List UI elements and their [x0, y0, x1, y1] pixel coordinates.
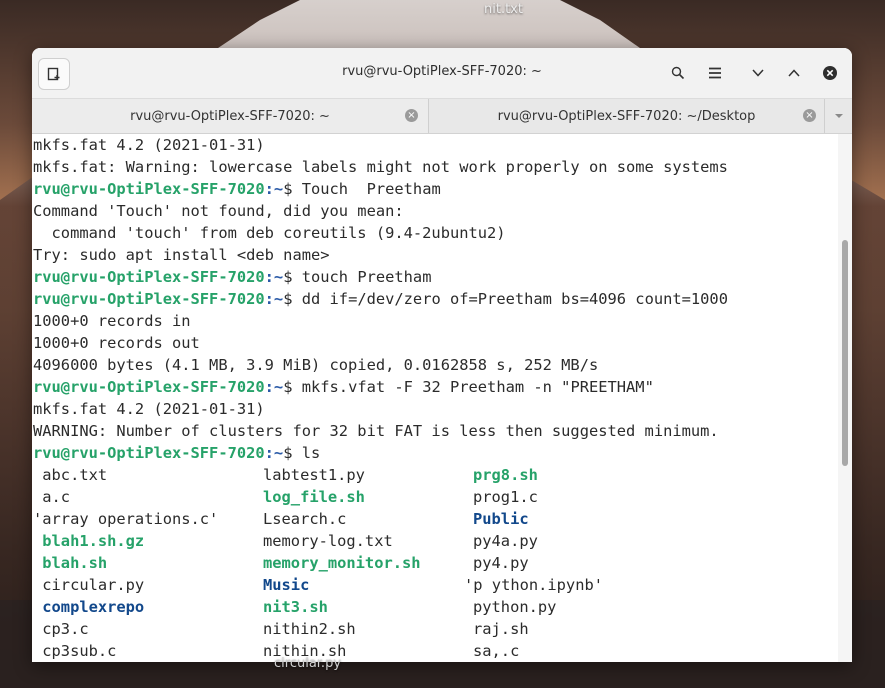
command-text: $ touch Preetham [283, 268, 432, 286]
tab-close-icon[interactable]: × [405, 109, 418, 122]
ls-file: Lsearch.c [263, 510, 347, 528]
ls-file: circular.py [33, 576, 145, 594]
output-line: mkfs.fat 4.2 (2021-01-31) [33, 136, 265, 154]
ls-file: cp3.c [33, 620, 89, 638]
prompt-user: rvu@rvu-OptiPlex-SFF-7020 [33, 268, 265, 286]
close-icon [823, 66, 837, 80]
command-text: $ dd if=/dev/zero of=Preetham bs=4096 co… [283, 290, 728, 308]
prompt-line: rvu@rvu-OptiPlex-SFF-7020:~$ dd if=/dev/… [33, 288, 728, 310]
prompt-path: :~ [264, 268, 284, 286]
tab-bar: rvu@rvu-OptiPlex-SFF-7020: ~ × rvu@rvu-O… [32, 99, 852, 134]
terminal-window: rvu@rvu-OptiPlex-SFF-7020: ~ rvu@rvu-Opt… [32, 48, 852, 662]
prompt-path: :~ [264, 180, 284, 198]
ls-file: abc.txt [33, 466, 108, 484]
ls-executable: blah.sh [33, 554, 108, 572]
command-text: $ Touch Preetham [283, 180, 441, 198]
prompt-path: :~ [264, 378, 284, 396]
output-line: 1000+0 records in [33, 312, 191, 330]
prompt-user: rvu@rvu-OptiPlex-SFF-7020 [33, 378, 265, 396]
window-title: rvu@rvu-OptiPlex-SFF-7020: ~ [342, 64, 542, 79]
prompt-path: :~ [264, 444, 284, 462]
ls-file: a.c [33, 488, 71, 506]
title-bar: rvu@rvu-OptiPlex-SFF-7020: ~ [32, 48, 852, 99]
menu-icon [709, 67, 721, 79]
tab-label: rvu@rvu-OptiPlex-SFF-7020: ~ [130, 108, 330, 124]
ls-file: py4.py [473, 554, 529, 572]
prompt-path: :~ [264, 290, 284, 308]
close-button[interactable] [817, 60, 843, 86]
ls-executable: nit3.sh [263, 598, 328, 616]
scrollbar[interactable] [838, 134, 852, 662]
ls-file: cp3sub.c [33, 642, 117, 660]
ls-file: nithin2.sh [263, 620, 356, 638]
prompt-line: rvu@rvu-OptiPlex-SFF-7020:~$ Touch Preet… [33, 178, 441, 200]
desktop-file-label-top[interactable]: nit.txt [484, 2, 523, 17]
scrollbar-thumb[interactable] [842, 240, 848, 466]
ls-executable: blah1.sh.gz [33, 532, 145, 550]
ls-directory: complexrepo [33, 598, 145, 616]
output-line: mkfs.fat: Warning: lowercase labels migh… [33, 158, 728, 176]
ls-file: 'p ython.ipynb' [464, 576, 603, 594]
tab-close-icon[interactable]: × [803, 109, 816, 122]
command-text: $ ls [283, 444, 321, 462]
output-line: Try: sudo apt install <deb name> [33, 246, 330, 264]
prompt-user: rvu@rvu-OptiPlex-SFF-7020 [33, 180, 265, 198]
ls-file: labtest1.py [263, 466, 365, 484]
ls-file: memory-log.txt [263, 532, 393, 550]
prompt-line: rvu@rvu-OptiPlex-SFF-7020:~$ ls [33, 442, 320, 464]
prompt-user: rvu@rvu-OptiPlex-SFF-7020 [33, 444, 265, 462]
output-line: command 'touch' from deb coreutils (9.4-… [33, 224, 506, 242]
command-text: $ mkfs.vfat -F 32 Preetham -n "PREETHAM" [283, 378, 654, 396]
ls-executable: prg8.sh [473, 466, 538, 484]
tabs-dropdown-icon [834, 114, 843, 118]
ls-file: sa,.c [473, 642, 520, 660]
ls-directory: Public [473, 510, 529, 528]
minimize-icon [752, 69, 764, 77]
prompt-line: rvu@rvu-OptiPlex-SFF-7020:~$ touch Preet… [33, 266, 431, 288]
ls-file: 'array operations.c' [33, 510, 219, 528]
output-line: Command 'Touch' not found, did you mean: [33, 202, 404, 220]
tab-desktop[interactable]: rvu@rvu-OptiPlex-SFF-7020: ~/Desktop [429, 99, 824, 133]
output-line: mkfs.fat 4.2 (2021-01-31) [33, 400, 265, 418]
tab-home[interactable]: rvu@rvu-OptiPlex-SFF-7020: ~ [32, 99, 428, 133]
ls-executable: log_file.sh [263, 488, 365, 506]
output-line: 4096000 bytes (4.1 MB, 3.9 MiB) copied, … [33, 356, 599, 374]
maximize-button[interactable] [781, 60, 807, 86]
maximize-icon [788, 69, 800, 77]
ls-file: python.py [473, 598, 557, 616]
output-line: 1000+0 records out [33, 334, 200, 352]
menu-button[interactable] [702, 60, 728, 86]
minimize-button[interactable] [745, 60, 771, 86]
ls-file: py4a.py [473, 532, 538, 550]
search-icon [671, 66, 685, 80]
output-line: WARNING: Number of clusters for 32 bit F… [33, 422, 719, 440]
prompt-line: rvu@rvu-OptiPlex-SFF-7020:~$ mkfs.vfat -… [33, 376, 654, 398]
ls-file: raj.sh [473, 620, 529, 638]
ls-file: prog1.c [473, 488, 538, 506]
tabs-dropdown-button[interactable] [825, 99, 852, 133]
desktop-file-label-bottom[interactable]: circular.py [274, 656, 341, 671]
search-button[interactable] [665, 60, 691, 86]
prompt-user: rvu@rvu-OptiPlex-SFF-7020 [33, 290, 265, 308]
ls-directory: Music [263, 576, 310, 594]
tab-label: rvu@rvu-OptiPlex-SFF-7020: ~/Desktop [497, 108, 756, 124]
terminal-output[interactable]: mkfs.fat 4.2 (2021-01-31) mkfs.fat: Warni… [32, 134, 838, 662]
ls-executable: memory_monitor.sh [263, 554, 421, 572]
